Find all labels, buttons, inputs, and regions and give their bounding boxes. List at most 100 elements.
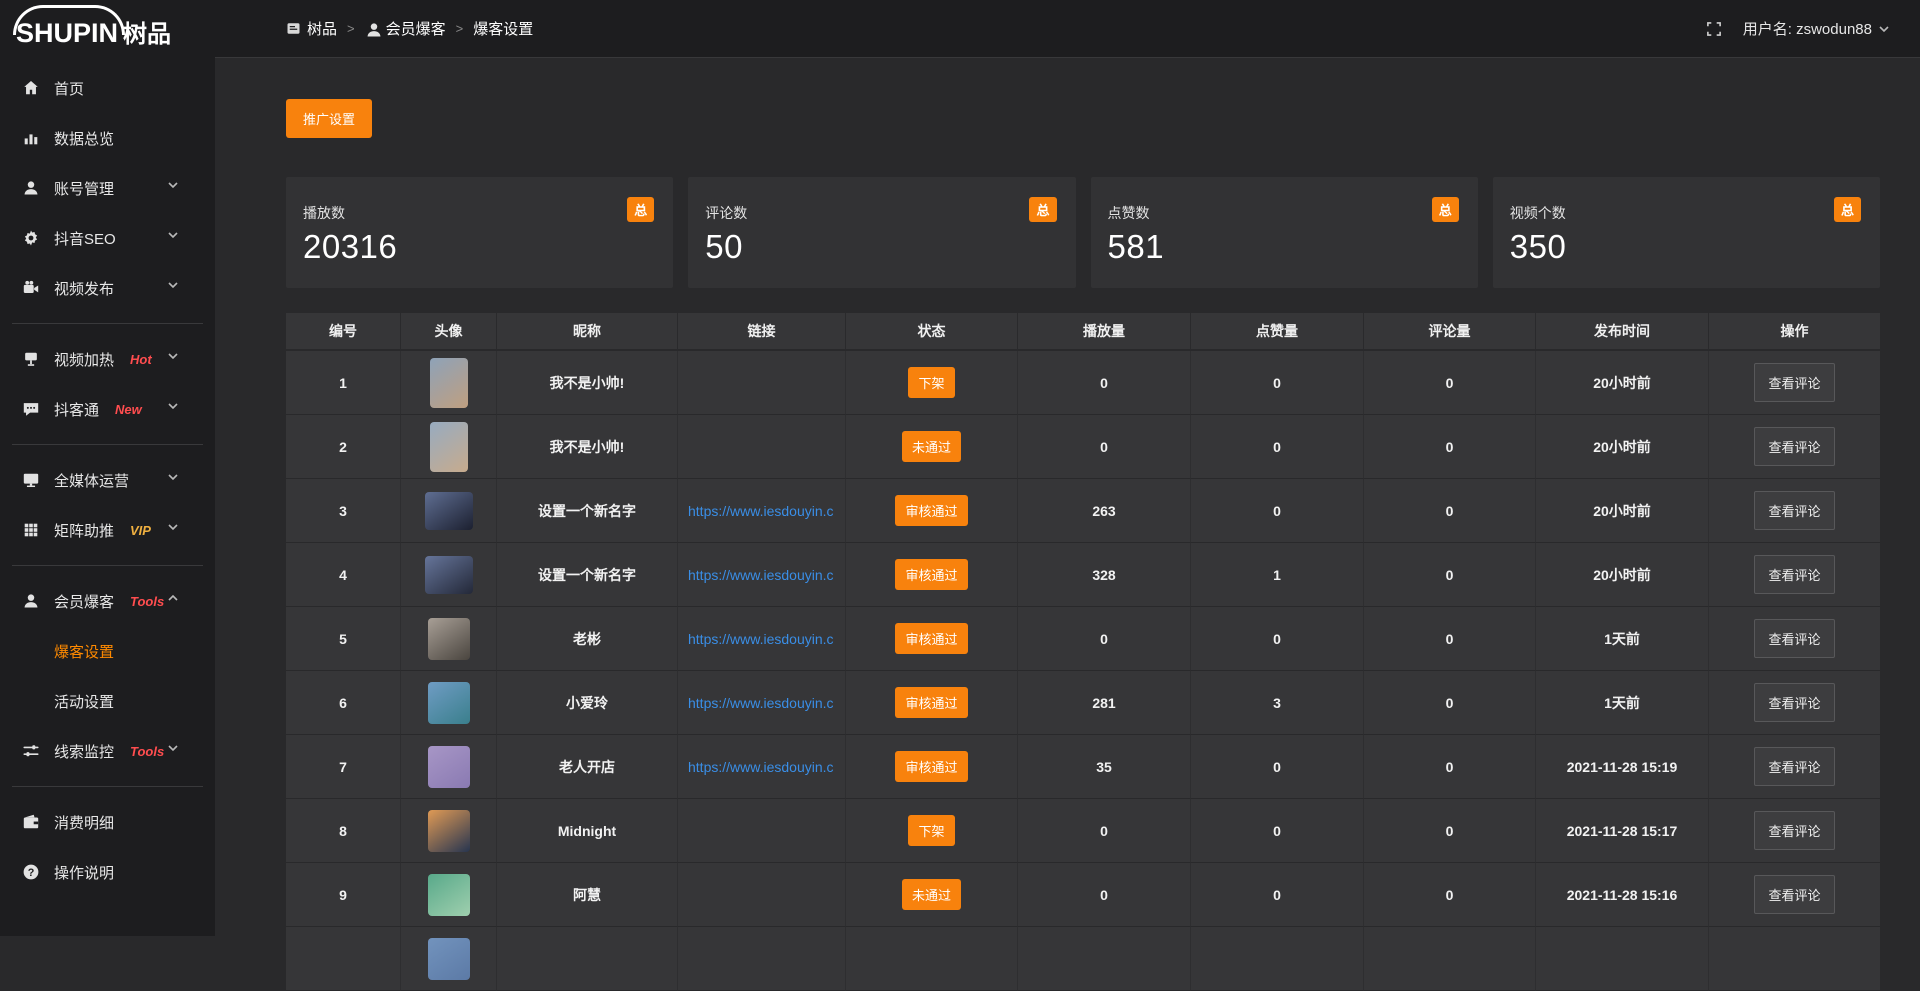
gear-icon (22, 229, 40, 247)
sidebar-item[interactable]: 账号管理 (0, 163, 215, 213)
cell-plays: 35 (1018, 735, 1191, 799)
cell-action: 查看评论 (1709, 799, 1880, 863)
view-comments-button[interactable]: 查看评论 (1754, 363, 1834, 402)
chevron-down-icon (167, 400, 185, 418)
cell-action: 查看评论 (1709, 607, 1880, 671)
view-comments-button[interactable]: 查看评论 (1754, 811, 1834, 850)
cell-avatar (401, 479, 497, 543)
status-badge[interactable]: 审核通过 (895, 623, 967, 654)
promo-settings-button[interactable]: 推广设置 (286, 99, 372, 138)
user-menu[interactable]: 用户名: zswodun88 (1743, 18, 1890, 39)
sidebar-item[interactable]: 首页 (0, 63, 215, 113)
stat-label: 点赞数 (1108, 203, 1458, 223)
breadcrumb-item[interactable]: 爆客设置 (473, 18, 533, 39)
sidebar-item[interactable]: 视频加热Hot (0, 334, 215, 384)
logo-text-cn: 树品 (123, 21, 171, 48)
video-link[interactable]: https://www.iesdouyin.c (688, 695, 834, 711)
nav-tag: Tools (130, 744, 164, 759)
sidebar-item[interactable]: 全媒体运营 (0, 455, 215, 505)
chevron-down-icon (167, 179, 185, 197)
cell-nickname: 阿慧 (497, 863, 678, 927)
sidebar-item-label: 矩阵助推 (54, 520, 114, 541)
sidebar-item[interactable]: 会员爆客Tools (0, 576, 215, 626)
stat-cards: 播放数 20316 总 评论数 50 总 点赞数 581 总 视频个数 350 … (286, 177, 1880, 288)
view-comments-button[interactable]: 查看评论 (1754, 875, 1834, 914)
fullscreen-icon[interactable] (1705, 20, 1723, 38)
sidebar-item-label: 会员爆客 (54, 591, 114, 612)
sidebar-item[interactable]: 视频发布 (0, 263, 215, 313)
view-comments-button[interactable]: 查看评论 (1754, 427, 1834, 466)
sidebar-item[interactable]: 抖客通New (0, 384, 215, 434)
sidebar-item-label: 数据总览 (54, 128, 114, 149)
status-badge[interactable]: 未通过 (902, 431, 961, 462)
column-header: 昵称 (497, 313, 678, 351)
sidebar-item-label: 操作说明 (54, 862, 114, 883)
cell-status: 审核通过 (846, 543, 1018, 607)
video-link[interactable]: https://www.iesdouyin.c (688, 567, 834, 583)
cell-link: https://www.iesdouyin.c (678, 607, 846, 671)
cell-status (846, 927, 1018, 991)
chevron-down-icon (167, 350, 185, 368)
view-comments-button[interactable]: 查看评论 (1754, 491, 1834, 530)
view-comments-button[interactable]: 查看评论 (1754, 555, 1834, 594)
cell-action: 查看评论 (1709, 543, 1880, 607)
status-badge[interactable]: 未通过 (902, 879, 961, 910)
sidebar-item-label: 视频加热 (54, 349, 114, 370)
cell-status: 审核通过 (846, 671, 1018, 735)
cell-time: 1天前 (1536, 607, 1709, 671)
cell-id: 5 (286, 607, 401, 671)
cell-plays: 0 (1018, 799, 1191, 863)
username-label: 用户名: zswodun88 (1743, 18, 1872, 39)
table-row (286, 927, 1880, 991)
sidebar-item[interactable]: ?操作说明 (0, 847, 215, 897)
chevron-down-icon (1878, 23, 1890, 35)
status-badge[interactable]: 下架 (908, 367, 954, 398)
status-badge[interactable]: 审核通过 (895, 751, 967, 782)
status-badge[interactable]: 审核通过 (895, 559, 967, 590)
status-badge[interactable]: 下架 (908, 815, 954, 846)
sidebar-subitem[interactable]: 活动设置 (0, 676, 215, 726)
app-logo[interactable]: SHUPIN树品 (0, 0, 215, 63)
chart-icon (22, 129, 40, 147)
breadcrumb-separator: > (347, 21, 355, 36)
cell-id: 3 (286, 479, 401, 543)
sidebar-divider (12, 786, 203, 787)
wallet-icon (22, 813, 40, 831)
video-link[interactable]: https://www.iesdouyin.c (688, 503, 834, 519)
video-link[interactable]: https://www.iesdouyin.c (688, 759, 834, 775)
sidebar-item[interactable]: 抖音SEO (0, 213, 215, 263)
breadcrumb-separator: > (456, 21, 464, 36)
breadcrumb-item[interactable]: 会员爆客 (365, 18, 446, 39)
chevron-down-icon (167, 742, 185, 760)
sidebar-item[interactable]: 矩阵助推VIP (0, 505, 215, 555)
status-badge[interactable]: 审核通过 (895, 687, 967, 718)
cell-action: 查看评论 (1709, 351, 1880, 415)
sidebar-nav: 首页数据总览账号管理抖音SEO视频发布视频加热Hot抖客通New全媒体运营矩阵助… (0, 63, 215, 897)
sidebar-item[interactable]: 线索监控Tools (0, 726, 215, 776)
view-comments-button[interactable]: 查看评论 (1754, 683, 1834, 722)
cell-link (678, 863, 846, 927)
breadcrumb-item[interactable]: 树品 (286, 18, 337, 39)
cell-plays: 263 (1018, 479, 1191, 543)
avatar (428, 810, 470, 852)
cell-status: 下架 (846, 351, 1018, 415)
cell-id: 4 (286, 543, 401, 607)
status-badge[interactable]: 审核通过 (895, 495, 967, 526)
cell-time: 2021-11-28 15:19 (1536, 735, 1709, 799)
video-link[interactable]: https://www.iesdouyin.c (688, 631, 834, 647)
column-header: 操作 (1709, 313, 1880, 351)
video-icon (22, 279, 40, 297)
sidebar-item[interactable]: 消费明细 (0, 797, 215, 847)
stat-total-badge: 总 (1029, 197, 1056, 222)
view-comments-button[interactable]: 查看评论 (1754, 619, 1834, 658)
page: { "colors": { "accent_orange": "#f8820d"… (0, 0, 1920, 936)
table-row: 2 我不是小帅! 未通过 0 0 0 20小时前 查看评论 (286, 415, 1880, 479)
cell-comments: 0 (1364, 415, 1536, 479)
cell-status: 审核通过 (846, 607, 1018, 671)
sidebar-item-label: 账号管理 (54, 178, 114, 199)
sidebar-item[interactable]: 数据总览 (0, 113, 215, 163)
cell-avatar (401, 351, 497, 415)
sidebar-subitem[interactable]: 爆客设置 (0, 626, 215, 676)
cell-action: 查看评论 (1709, 415, 1880, 479)
view-comments-button[interactable]: 查看评论 (1754, 747, 1834, 786)
